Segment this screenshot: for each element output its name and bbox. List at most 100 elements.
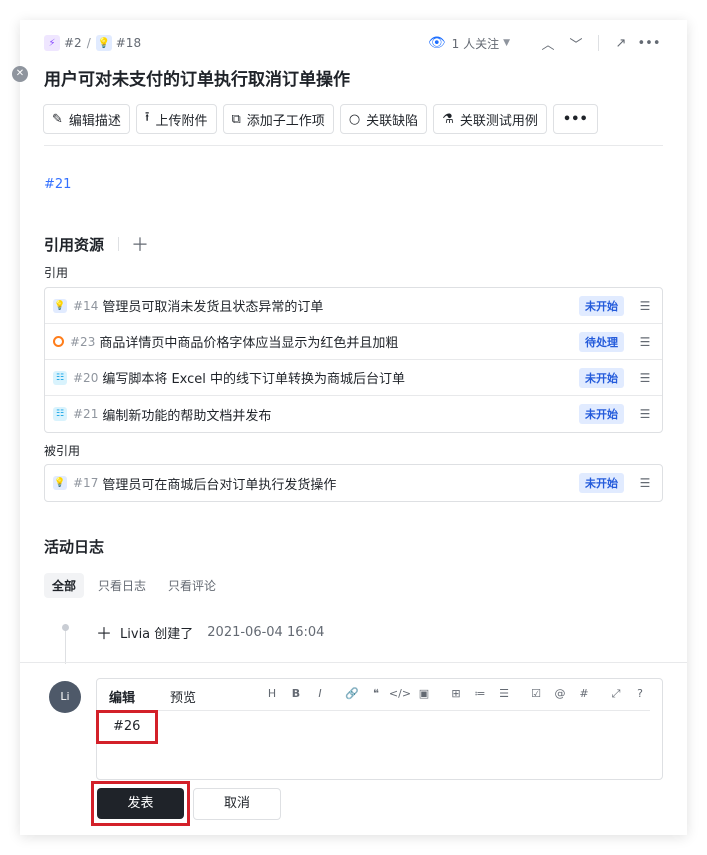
- filter-logs[interactable]: 只看日志: [90, 573, 154, 598]
- view-detail-icon[interactable]: ☰: [636, 299, 654, 313]
- heading-icon[interactable]: H: [260, 687, 284, 701]
- epic-icon: ⚡: [44, 35, 60, 51]
- requirement-icon: 💡: [95, 35, 112, 51]
- filter-all[interactable]: 全部: [44, 573, 85, 598]
- edit-description-button[interactable]: ✎ 编辑描述: [43, 104, 130, 134]
- open-external-icon[interactable]: ↗: [607, 36, 635, 51]
- link-bug-button[interactable]: ○ 关联缺陷: [339, 104, 428, 134]
- add-reference-icon[interactable]: ＋: [131, 231, 149, 257]
- view-detail-icon[interactable]: ☰: [636, 476, 654, 490]
- pencil-icon: ✎: [52, 111, 63, 127]
- activity-filters: 全部 只看日志 只看评论: [44, 573, 224, 598]
- status-badge[interactable]: 未开始: [579, 367, 624, 388]
- status-badge[interactable]: 未开始: [579, 295, 624, 316]
- add-subitem-label: 添加子工作项: [246, 113, 325, 129]
- submit-button[interactable]: 发表: [97, 788, 184, 819]
- bullet-list-icon[interactable]: ☰: [492, 687, 516, 701]
- references-title: 引用资源: [44, 235, 105, 254]
- hash-icon[interactable]: #: [572, 687, 596, 701]
- refs-list: 💡 #14 管理员可取消未发货且状态异常的订单 未开始 ☰ #23 商品详情页中…: [44, 287, 663, 433]
- italic-icon[interactable]: I: [308, 687, 332, 701]
- comment-input[interactable]: #26: [113, 719, 140, 734]
- task-icon: ☷: [53, 407, 67, 421]
- editor-divider: [109, 710, 650, 711]
- link-testcase-label: 关联测试用例: [459, 113, 538, 129]
- log-entry: ＋ Livia 创建了 2021-06-04 16:04: [96, 620, 324, 644]
- toolbar-divider: [598, 35, 599, 51]
- bug-icon: ○: [348, 111, 361, 127]
- tab-preview[interactable]: 预览: [170, 685, 196, 713]
- add-subitem-button[interactable]: ⧉ 添加子工作项: [222, 104, 334, 134]
- subitem-icon: ⧉: [231, 111, 241, 127]
- bug-icon: [53, 336, 64, 347]
- flask-icon: ⚗: [442, 111, 454, 127]
- bold-icon[interactable]: B: [284, 687, 308, 701]
- header-divider: [118, 237, 120, 251]
- view-detail-icon[interactable]: ☰: [636, 335, 654, 349]
- ref-id: #20: [73, 370, 99, 385]
- filter-comments[interactable]: 只看评论: [160, 573, 224, 598]
- requirement-icon: 💡: [53, 476, 67, 490]
- divider: [20, 662, 687, 663]
- ref-row[interactable]: #23 商品详情页中商品价格字体应当显示为红色并且加粗 待处理 ☰: [45, 324, 662, 360]
- previous-item-icon[interactable]: ︿: [534, 34, 562, 53]
- breadcrumb: ⚡ #2 / 💡 #18: [44, 35, 141, 51]
- image-icon[interactable]: ▣: [412, 687, 436, 701]
- code-icon[interactable]: </>: [388, 687, 412, 701]
- cited-label: 被引用: [44, 444, 81, 458]
- more-options-icon[interactable]: •••: [635, 36, 663, 51]
- editor-tabs: 编辑 预览: [98, 685, 196, 713]
- refs-label: 引用: [44, 266, 69, 280]
- references-header: 引用资源 ＋: [44, 231, 149, 257]
- ref-id: #17: [73, 476, 99, 490]
- status-badge[interactable]: 未开始: [579, 473, 624, 493]
- next-item-icon[interactable]: ﹀: [562, 34, 590, 53]
- breadcrumb-parent[interactable]: #2: [64, 36, 82, 50]
- description-link[interactable]: #21: [44, 177, 71, 192]
- tab-edit[interactable]: 编辑: [98, 685, 147, 713]
- ref-title[interactable]: 编制新功能的帮助文档并发布: [102, 405, 271, 424]
- view-detail-icon[interactable]: ☰: [636, 371, 654, 385]
- issue-detail-panel: ✕ ⚡ #2 / 💡 #18 👁 1 人关注 ▼ ︿ ﹀ ↗ ••• 用户可对未…: [12, 20, 687, 835]
- task-icon: ☷: [53, 370, 67, 385]
- ref-row[interactable]: ☷ #20 编写脚本将 Excel 中的线下订单转换为商城后台订单 未开始 ☰: [45, 360, 662, 396]
- table-icon[interactable]: ⊞: [444, 687, 468, 701]
- view-detail-icon[interactable]: ☰: [636, 407, 654, 421]
- avatar: Li: [49, 681, 81, 713]
- quote-icon[interactable]: ❝: [364, 687, 388, 701]
- followers-count[interactable]: 1 人关注: [452, 35, 499, 52]
- cancel-button[interactable]: 取消: [193, 788, 281, 820]
- issue-title[interactable]: 用户可对未支付的订单执行取消订单操作: [44, 65, 350, 90]
- help-icon[interactable]: ?: [628, 687, 652, 701]
- ref-row[interactable]: ☷ #21 编制新功能的帮助文档并发布 未开始 ☰: [45, 396, 662, 432]
- ref-title[interactable]: 编写脚本将 Excel 中的线下订单转换为商城后台订单: [102, 368, 405, 387]
- status-badge[interactable]: 未开始: [579, 404, 624, 424]
- mention-icon[interactable]: @: [548, 687, 572, 701]
- action-toolbar: ✎ 编辑描述 ⭱ 上传附件 ⧉ 添加子工作项 ○ 关联缺陷 ⚗ 关联测试用例 •…: [43, 104, 598, 134]
- timeline-dot: [62, 624, 69, 631]
- collapse-panel-icon[interactable]: ✕: [12, 66, 28, 82]
- status-badge[interactable]: 待处理: [579, 331, 624, 352]
- comment-editor[interactable]: 编辑 预览 H B I 🔗 ❝ </> ▣ ⊞ ≔ ☰ ☑ @ # ⤢ ? #2…: [96, 678, 663, 780]
- ref-id: #21: [73, 407, 99, 421]
- log-time: 2021-06-04 16:04: [207, 624, 325, 640]
- link-testcase-button[interactable]: ⚗ 关联测试用例: [433, 104, 547, 134]
- ref-title[interactable]: 管理员可在商城后台对订单执行发货操作: [102, 474, 336, 493]
- ref-row[interactable]: 💡 #17 管理员可在商城后台对订单执行发货操作 未开始 ☰: [45, 465, 662, 501]
- link-bug-label: 关联缺陷: [366, 113, 419, 129]
- log-text: Livia 创建了: [120, 626, 194, 642]
- ordered-list-icon[interactable]: ≔: [468, 687, 492, 701]
- ref-title[interactable]: 商品详情页中商品价格字体应当显示为红色并且加粗: [99, 332, 398, 351]
- upload-attachment-label: 上传附件: [155, 113, 208, 129]
- cited-list: 💡 #17 管理员可在商城后台对订单执行发货操作 未开始 ☰: [44, 464, 663, 502]
- eye-icon[interactable]: 👁: [428, 35, 446, 51]
- chevron-down-icon[interactable]: ▼: [503, 38, 510, 48]
- ref-row[interactable]: 💡 #14 管理员可取消未发货且状态异常的订单 未开始 ☰: [45, 288, 662, 324]
- more-actions-button[interactable]: •••: [552, 104, 598, 134]
- editor-toolbar: H B I 🔗 ❝ </> ▣ ⊞ ≔ ☰ ☑ @ # ⤢ ?: [260, 687, 652, 701]
- fullscreen-icon[interactable]: ⤢: [604, 687, 628, 701]
- upload-attachment-button[interactable]: ⭱ 上传附件: [135, 104, 217, 134]
- ref-title[interactable]: 管理员可取消未发货且状态异常的订单: [102, 296, 323, 315]
- link-icon[interactable]: 🔗: [340, 687, 364, 701]
- checkbox-icon[interactable]: ☑: [524, 687, 548, 701]
